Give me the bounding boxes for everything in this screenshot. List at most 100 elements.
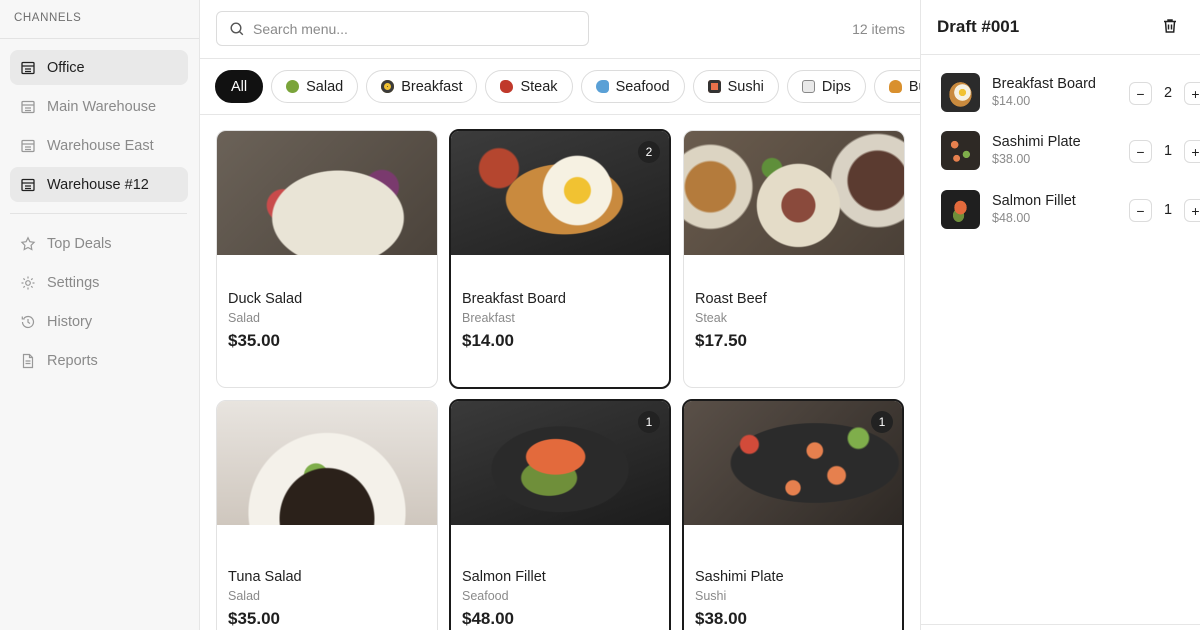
product-card[interactable]: Duck Salad Salad $35.00 xyxy=(216,130,438,388)
channel-warehouse-12[interactable]: Warehouse #12 xyxy=(10,167,188,202)
decrement-button[interactable]: − xyxy=(1129,199,1152,222)
search-icon xyxy=(230,21,244,35)
category-all[interactable]: All xyxy=(215,70,264,103)
increment-button[interactable]: + xyxy=(1184,199,1200,222)
product-name: Salmon Fillet xyxy=(462,569,546,585)
line-quantity: 1 xyxy=(1163,202,1173,218)
order-line: Breakfast Board $14.00 − 2 + xyxy=(941,73,1200,113)
food-photo xyxy=(217,401,437,525)
nav-label: Settings xyxy=(47,274,100,291)
category-breakfast[interactable]: Breakfast xyxy=(366,70,478,103)
product-name: Breakfast Board xyxy=(462,291,566,307)
order-panel: Draft #001 Breakfast Board $14.00 − 2 + … xyxy=(920,0,1200,630)
food-photo: 2 xyxy=(451,131,669,255)
food-photo xyxy=(217,131,437,255)
food-photo: 1 xyxy=(684,401,902,525)
product-category: Steak xyxy=(695,311,727,325)
nav-history[interactable]: History xyxy=(10,304,188,339)
product-name: Duck Salad xyxy=(228,291,303,307)
frying-pan-icon xyxy=(381,80,395,93)
food-photo xyxy=(684,131,904,255)
line-name: Breakfast Board xyxy=(992,76,1096,92)
category-label: Salad xyxy=(306,78,344,95)
channel-warehouse-east[interactable]: Warehouse East xyxy=(10,128,188,163)
category-salad[interactable]: Salad xyxy=(271,70,359,103)
increment-button[interactable]: + xyxy=(1184,140,1200,163)
line-name: Salmon Fillet xyxy=(992,193,1076,209)
building-icon xyxy=(20,177,36,193)
channels-heading: CHANNELS xyxy=(14,12,82,24)
category-dips[interactable]: Dips xyxy=(786,70,866,103)
line-quantity: 1 xyxy=(1163,143,1173,159)
divider xyxy=(921,54,1200,55)
divider xyxy=(200,114,920,115)
product-card[interactable]: Roast Beef Steak $17.50 xyxy=(683,130,905,388)
product-category: Sushi xyxy=(695,589,727,603)
star-icon xyxy=(20,235,36,252)
product-name: Tuna Salad xyxy=(228,569,302,585)
order-title: Draft #001 xyxy=(937,17,1020,36)
quantity-badge: 1 xyxy=(638,411,660,433)
nav-top-deals[interactable]: Top Deals xyxy=(10,226,188,261)
report-icon xyxy=(20,353,36,369)
food-photo: 1 xyxy=(451,401,669,525)
decrement-button[interactable]: − xyxy=(1129,82,1152,105)
product-card[interactable]: 2 Breakfast Board Breakfast $14.00 xyxy=(449,129,671,389)
channel-office[interactable]: Office xyxy=(10,50,188,85)
category-label: Burg xyxy=(908,78,920,95)
divider xyxy=(0,38,199,39)
product-price: $35.00 xyxy=(228,331,280,350)
line-price: $38.00 xyxy=(992,152,1031,166)
category-sushi[interactable]: Sushi xyxy=(692,70,779,103)
nav-label: History xyxy=(47,313,93,330)
salad-icon xyxy=(286,80,300,93)
category-burger[interactable]: Burg xyxy=(873,70,920,103)
nav-reports[interactable]: Reports xyxy=(10,343,188,378)
category-label: Sushi xyxy=(727,78,764,95)
category-seafood[interactable]: Seafood xyxy=(580,70,685,103)
nav-label: Reports xyxy=(47,352,98,369)
order-line: Sashimi Plate $38.00 − 1 + xyxy=(941,131,1200,171)
search-box[interactable] xyxy=(216,11,589,46)
product-category: Breakfast xyxy=(462,311,515,325)
product-card[interactable]: 1 Salmon Fillet Seafood $48.00 xyxy=(449,399,671,630)
product-category: Seafood xyxy=(462,589,509,603)
product-card[interactable]: 1 Sashimi Plate Sushi $38.00 xyxy=(682,399,904,630)
line-price: $14.00 xyxy=(992,94,1031,108)
product-name: Sashimi Plate xyxy=(695,569,784,585)
product-price: $48.00 xyxy=(462,609,514,628)
menu-panel: 12 items All Salad Breakfast Steak Seafo… xyxy=(200,0,920,630)
building-icon xyxy=(20,138,36,154)
steak-icon xyxy=(500,80,514,93)
nav-label: Top Deals xyxy=(47,235,112,252)
nav-settings[interactable]: Settings xyxy=(10,265,188,300)
fish-icon xyxy=(595,80,609,93)
trash-icon[interactable] xyxy=(1161,17,1179,35)
divider xyxy=(200,58,920,59)
category-steak[interactable]: Steak xyxy=(485,70,573,103)
quantity-badge: 1 xyxy=(871,411,893,433)
product-price: $14.00 xyxy=(462,331,514,350)
product-name: Roast Beef xyxy=(695,291,767,307)
sidebar: CHANNELS Office Main Warehouse Warehouse… xyxy=(0,0,200,630)
decrement-button[interactable]: − xyxy=(1129,140,1152,163)
category-label: Breakfast xyxy=(401,78,463,95)
item-count: 12 items xyxy=(852,21,905,37)
channel-label: Warehouse East xyxy=(47,137,154,154)
category-label: All xyxy=(231,78,248,95)
channel-main-warehouse[interactable]: Main Warehouse xyxy=(10,89,188,124)
category-label: Dips xyxy=(821,78,851,95)
line-thumbnail xyxy=(941,73,980,112)
search-input[interactable] xyxy=(253,20,553,37)
history-icon xyxy=(20,314,36,330)
line-quantity: 2 xyxy=(1163,85,1173,101)
channel-label: Office xyxy=(47,59,85,76)
building-icon xyxy=(20,99,36,115)
product-price: $35.00 xyxy=(228,609,280,628)
quantity-badge: 2 xyxy=(638,141,660,163)
line-name: Sashimi Plate xyxy=(992,134,1081,150)
increment-button[interactable]: + xyxy=(1184,82,1200,105)
product-card[interactable]: Tuna Salad Salad $35.00 xyxy=(216,400,438,630)
order-line: Salmon Fillet $48.00 − 1 + xyxy=(941,190,1200,230)
line-price: $48.00 xyxy=(992,211,1031,225)
